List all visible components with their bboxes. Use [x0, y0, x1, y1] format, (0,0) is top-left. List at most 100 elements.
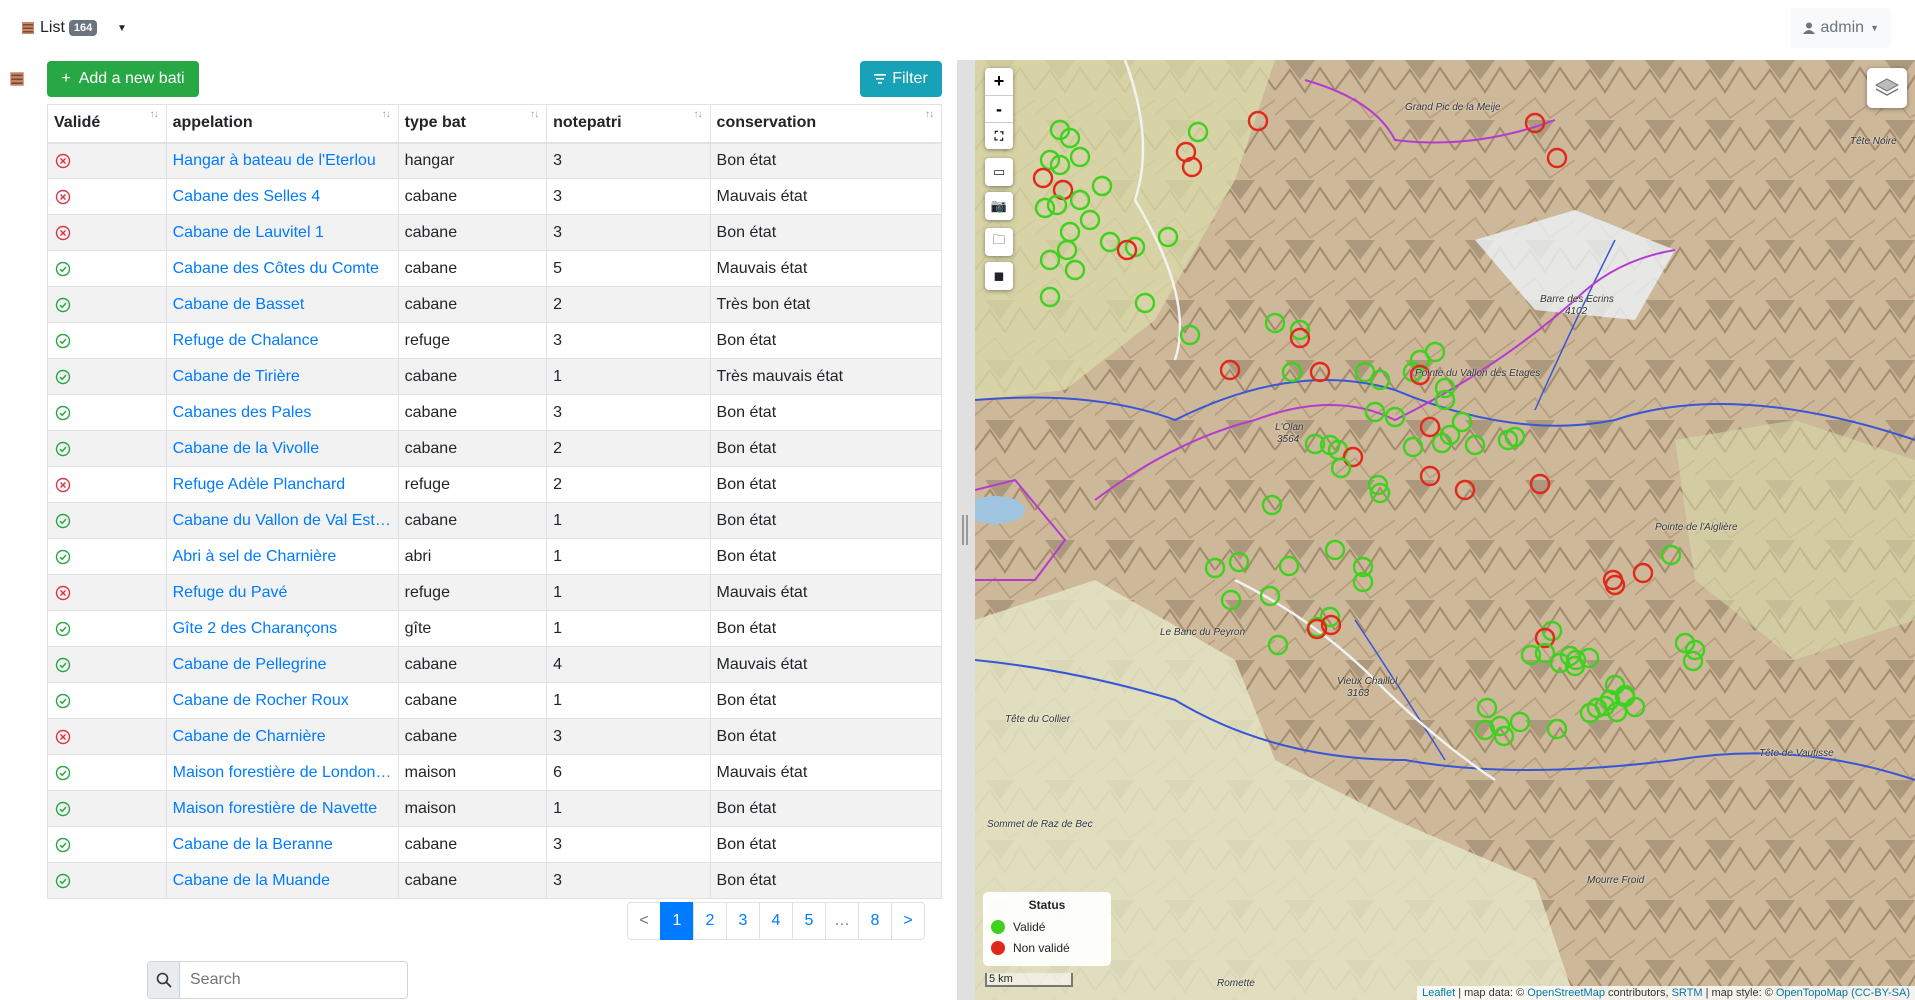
cell-appelation-link[interactable]: Cabane de Charnière [165, 718, 399, 755]
page-button-4[interactable]: 4 [759, 902, 793, 940]
cell-appelation-link[interactable]: Cabane de la Vivolle [165, 430, 399, 467]
cell-appelation-link[interactable]: Refuge Adèle Planchard [165, 466, 399, 503]
page-button-5[interactable]: 5 [792, 902, 826, 940]
caret-down-icon: ▼ [117, 22, 127, 34]
search-button[interactable] [148, 962, 180, 998]
cell-appelation-link[interactable]: Cabane de Tirière [165, 358, 399, 395]
cell-type-bat: abri [397, 538, 548, 575]
table-row[interactable]: Hangar à bateau de l'Eterlou hangar 3 Bon é… [47, 142, 943, 179]
cell-appelation-link[interactable]: Cabane de la Beranne [165, 826, 399, 863]
license-link[interactable]: (CC-BY-SA) [1851, 987, 1910, 999]
table-row[interactable]: Refuge du Pavé refuge 1 Mauvais état [47, 574, 943, 611]
sort-icon: ↑↓ [693, 109, 703, 120]
column-header-appelation[interactable]: appelation ↑↓ [165, 104, 399, 144]
column-header-valide[interactable]: Validé ↑↓ [47, 104, 167, 144]
table-row[interactable]: Gîte 2 des Charançons gîte 1 Bon état [47, 610, 943, 647]
layers-button[interactable] [1867, 68, 1907, 108]
table-row[interactable]: Refuge Adèle Planchard refuge 2 Bon état [47, 466, 943, 503]
draw-button[interactable]: ◼ [985, 262, 1013, 290]
attribution-text: | map data: © [1455, 987, 1528, 999]
table-row[interactable]: Cabane de la Vivolle cabane 2 Bon état [47, 430, 943, 467]
table-row[interactable]: Maison forestière de Navette maison 1 Bon é… [47, 790, 943, 827]
cell-appelation-link[interactable]: Cabane des Côtes du Comte [165, 250, 399, 287]
leaflet-link[interactable]: Leaflet [1422, 987, 1455, 999]
search-input[interactable] [180, 962, 407, 998]
table-row[interactable]: Cabane de la Beranne cabane 3 Bon état [47, 826, 943, 863]
cell-appelation-link[interactable]: Cabane de Rocher Roux [165, 682, 399, 719]
table-row[interactable]: Cabanes des Pales cabane 3 Bon état [47, 394, 943, 431]
peak-label: Sommet de Raz de Bec [987, 819, 1093, 830]
list-button[interactable]: List 164 [14, 12, 104, 44]
splitter-grip-icon[interactable] [962, 515, 968, 545]
cell-appelation-link[interactable]: Cabane de Basset [165, 286, 399, 323]
user-menu[interactable]: admin ▼ [1790, 8, 1891, 48]
cell-type-bat: cabane [397, 502, 548, 539]
sort-icon: ↑↓ [381, 109, 391, 120]
cell-valide [47, 250, 167, 287]
page-button-2[interactable]: 2 [693, 902, 727, 940]
cell-type-bat: refuge [397, 322, 548, 359]
cell-appelation-link[interactable]: Hangar à bateau de l'Eterlou [165, 142, 399, 179]
add-bati-button[interactable]: + Add a new bati [47, 61, 199, 97]
srtm-link[interactable]: SRTM [1672, 987, 1703, 999]
cell-appelation-link[interactable]: Maison forestière de Navette [165, 790, 399, 827]
cell-appelation-link[interactable]: Refuge de Chalance [165, 322, 399, 359]
open-file-button[interactable]: 🗀 [985, 228, 1013, 256]
cell-appelation-link[interactable]: Gîte 2 des Charançons [165, 610, 399, 647]
table-row[interactable]: Cabane de Tirière cabane 1 Très mauvais éta… [47, 358, 943, 395]
cell-appelation-link[interactable]: Refuge du Pavé [165, 574, 399, 611]
x-circle-icon [55, 153, 71, 168]
cell-appelation-link[interactable]: Cabane des Selles 4 [165, 178, 399, 215]
cell-appelation-link[interactable]: Cabane du Vallon de Val Estrèche [165, 502, 399, 539]
table-row[interactable]: Refuge de Chalance refuge 3 Bon état [47, 322, 943, 359]
zoom-in-button[interactable]: + [985, 68, 1013, 95]
page-button-1[interactable]: 1 [660, 902, 694, 940]
filter-button[interactable]: Filter [860, 61, 942, 97]
map-container[interactable]: Grand Pic de la Meije Tête Noire Barre d… [975, 60, 1915, 1000]
table-row[interactable]: Cabane de Pellegrine cabane 4 Mauvais état [47, 646, 943, 683]
page-button-8[interactable]: 8 [858, 902, 892, 940]
column-header-conservation[interactable]: conservation ↑↓ [709, 104, 943, 144]
check-circle-icon [55, 765, 71, 780]
table-row[interactable]: Maison forestière de Londonière maison 6 Ma… [47, 754, 943, 791]
screenshot-button[interactable]: 📷 [985, 192, 1013, 220]
list-dropdown-toggle[interactable]: ▼ [108, 12, 136, 44]
building-icon[interactable] [8, 70, 26, 88]
measure-button[interactable]: ▭ [985, 158, 1013, 186]
table-row[interactable]: Cabane de Rocher Roux cabane 1 Bon état [47, 682, 943, 719]
table-row[interactable]: Cabane de la Muande cabane 3 Bon état [47, 862, 943, 899]
table-row[interactable]: Cabane de Charnière cabane 3 Bon état [47, 718, 943, 755]
opentopomap-link[interactable]: OpenTopoMap [1776, 987, 1848, 999]
cell-appelation-link[interactable]: Abri à sel de Charnière [165, 538, 399, 575]
prev-page-button[interactable]: < [627, 902, 661, 940]
column-header-notepatri[interactable]: notepatri ↑↓ [546, 104, 711, 144]
cell-appelation-link[interactable]: Cabane de Pellegrine [165, 646, 399, 683]
table-row[interactable]: Cabane des Selles 4 cabane 3 Mauvais état [47, 178, 943, 215]
cell-appelation-link[interactable]: Maison forestière de Londonière [165, 754, 399, 791]
page-button-3[interactable]: 3 [726, 902, 760, 940]
table-row[interactable]: Cabane de Basset cabane 2 Très bon état [47, 286, 943, 323]
fullscreen-button[interactable]: ⛶ [985, 122, 1013, 149]
column-label: type bat [404, 114, 466, 132]
zoom-control: + - ⛶ [985, 68, 1013, 149]
column-header-type-bat[interactable]: type bat ↑↓ [397, 104, 548, 144]
next-page-button[interactable]: > [891, 902, 925, 940]
x-circle-icon [55, 189, 71, 204]
sort-icon: ↑↓ [925, 109, 934, 120]
attribution-text: contributors, [1604, 987, 1672, 999]
table-row[interactable]: Abri à sel de Charnière abri 1 Bon état [47, 538, 943, 575]
cell-type-bat: gîte [397, 610, 548, 647]
osm-link[interactable]: OpenStreetMap [1527, 987, 1605, 999]
cell-appelation-link[interactable]: Cabanes des Pales [165, 394, 399, 431]
cell-appelation-link[interactable]: Cabane de la Muande [165, 862, 399, 899]
zoom-out-button[interactable]: - [985, 95, 1013, 122]
cell-valide [47, 538, 167, 575]
cell-conservation: Bon état [709, 466, 943, 503]
camera-icon: 📷 [990, 198, 1008, 213]
cell-appelation-link[interactable]: Cabane de Lauvitel 1 [165, 214, 399, 251]
table-row[interactable]: Cabane de Lauvitel 1 cabane 3 Bon état [47, 214, 943, 251]
panel-splitter[interactable] [957, 60, 975, 1000]
table-row[interactable]: Cabane du Vallon de Val Estrèche cabane 1 B… [47, 502, 943, 539]
table-row[interactable]: Cabane des Côtes du Comte cabane 5 Mauvais … [47, 250, 943, 287]
check-circle-icon [55, 441, 71, 456]
